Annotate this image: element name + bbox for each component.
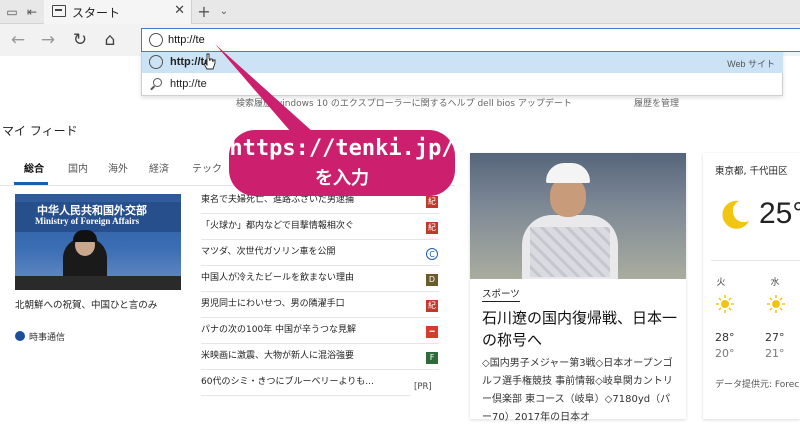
publisher-logo-icon: D [426, 274, 438, 286]
main-news-photo[interactable]: 中华人民共和国外交部 Ministry of Foreign Affairs [15, 194, 181, 290]
globe-icon [149, 55, 163, 69]
sun-icon [767, 295, 785, 313]
source-logo-icon [15, 331, 25, 341]
forecast-day: 火 [716, 278, 726, 288]
news-item[interactable]: 米映画に激震、大物が新人に混浴強要 [201, 346, 439, 370]
history-row: 検索履歴 windows 10 のエクスプローラーに関するヘルプ dell bi… [236, 99, 572, 109]
publisher-logo-icon: 紀 [426, 300, 438, 312]
address-bar[interactable] [141, 28, 800, 52]
feed-title: マイ フィード [2, 124, 78, 138]
sports-summary: ◇国内男子メジャー第3戦◇日本オープンゴルフ選手権競技 事前情報◇岐阜関カントリ… [482, 358, 673, 423]
pr-badge: [PR] [414, 382, 432, 392]
tab-overseas[interactable]: 海外 [108, 160, 128, 175]
active-tab-indicator [14, 182, 48, 185]
forecast-day: 水 [770, 278, 780, 288]
callout-url: https://tenki.jp/ [229, 136, 455, 161]
moon-icon [722, 200, 749, 229]
callout-instruction: を入力 [315, 168, 369, 189]
photo-banner-en: Ministry of Foreign Affairs [35, 216, 140, 226]
forward-icon[interactable]: → [38, 30, 58, 50]
tab-title: スタート [72, 6, 121, 20]
set-aside-tabs-icon[interactable]: ⇤ [24, 4, 40, 20]
tab-economy[interactable]: 経済 [149, 160, 169, 175]
news-item[interactable]: 男児同士にわいせつ、男の隣濯手口 [201, 294, 439, 318]
publisher-logo-icon: C [426, 248, 438, 260]
mouse-cursor-icon [203, 53, 216, 70]
sports-headline[interactable]: 石川遼の国内復帰戦、日本一の称号へ [482, 307, 678, 351]
suggestion-search[interactable]: http://te [142, 74, 783, 95]
tab-general[interactable]: 総合 [24, 160, 44, 175]
back-icon[interactable]: ← [8, 30, 28, 50]
manage-history-link[interactable]: 履歴を管理 [634, 96, 679, 109]
weather-temperature: 25° [759, 197, 800, 230]
tab-bar: ▭ ⇤ スタート ✕ + ⌄ [0, 0, 800, 24]
tab-start[interactable]: スタート ✕ [44, 0, 192, 24]
sports-category: スポーツ [482, 289, 520, 302]
forecast-low: 21° [765, 347, 785, 360]
news-item[interactable]: 中国人が冷えたビールを飲まない理由 [201, 268, 439, 292]
main-news-caption[interactable]: 北朝鮮への祝賀、中国ひと言のみ [15, 297, 157, 311]
publisher-logo-icon: F [426, 352, 438, 364]
forecast-high: 28° [715, 331, 735, 344]
weather-card[interactable]: 東京都, 千代田区 25° 火 水 28° 20° 27° 21° データ提供元… [703, 153, 800, 419]
close-tab-icon[interactable]: ✕ [174, 3, 185, 18]
new-tab-icon[interactable]: + [196, 4, 212, 20]
tab-list-icon[interactable]: ▭ [4, 4, 20, 20]
news-item[interactable]: 「火球か」都内などで目撃情報相次ぐ [201, 216, 439, 240]
address-suggestions: http://te Web サイト http://te [141, 52, 783, 96]
weather-location: 東京都, 千代田区 [715, 166, 788, 177]
tab-tech[interactable]: テック [192, 160, 222, 175]
tab-domestic[interactable]: 国内 [68, 160, 88, 175]
suggestion-text: http://te [170, 78, 207, 90]
start-page-icon [52, 5, 66, 17]
sports-photo [470, 153, 686, 279]
address-input[interactable] [168, 31, 568, 49]
sports-card[interactable]: スポーツ 石川遼の国内復帰戦、日本一の称号へ ◇国内男子メジャー第3戦◇日本オー… [470, 153, 686, 423]
home-icon[interactable]: ⌂ [100, 30, 120, 50]
refresh-icon[interactable]: ↻ [70, 30, 90, 50]
news-item[interactable]: マツダ、次世代ガソリン車を公開 [201, 242, 439, 266]
news-item[interactable]: 60代のシミ・きつにブルーベリーよりも... [201, 372, 411, 396]
main-news-source: 時事通信 [15, 330, 65, 343]
chevron-down-icon[interactable]: ⌄ [216, 4, 232, 20]
suggestion-hint: Web サイト [727, 59, 775, 69]
forecast-low: 20° [715, 347, 735, 360]
weather-source: データ提供元: Forec [715, 380, 800, 390]
globe-icon [149, 33, 163, 47]
publisher-logo-icon: 紀 [426, 222, 438, 234]
sun-icon [716, 295, 734, 313]
search-icon [149, 77, 163, 91]
publisher-logo-icon: ━ [426, 326, 438, 338]
news-item[interactable]: パナの次の100年 中国が辛うつな見解 [201, 320, 439, 344]
forecast-high: 27° [765, 331, 785, 344]
